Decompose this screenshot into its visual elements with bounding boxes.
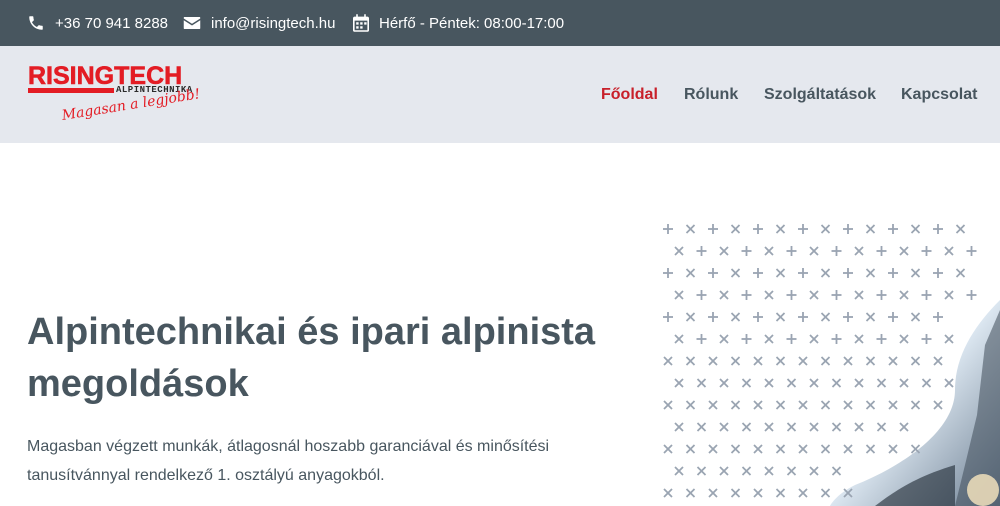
opening-hours: Hérfő - Péntek: 08:00-17:00: [353, 0, 564, 46]
phone-number: +36 70 941 8288: [55, 14, 169, 32]
hero-description: Magasban végzett munkák, átlagosnál hosz…: [27, 438, 550, 484]
decorative-cross-pattern: [655, 215, 1000, 506]
logo-underline: [28, 88, 114, 93]
nav-item-fooldal[interactable]: Főoldal: [601, 46, 658, 143]
nav-item-szolgaltatasok[interactable]: Szolgáltatások: [764, 46, 876, 143]
site-header: RISINGTECH ALPINTECHNIKA Magasan a legjo…: [0, 46, 1000, 143]
envelope-icon: [183, 17, 201, 29]
email-contact[interactable]: info@risingtech.hu: [183, 0, 335, 46]
hero-title: Alpintechnikai és ipari alpinista megold…: [27, 311, 596, 405]
calendar-icon: [353, 14, 369, 32]
nav-item-rolunk[interactable]: Rólunk: [684, 46, 738, 143]
risingtech-logo[interactable]: RISINGTECH ALPINTECHNIKA Magasan a legjo…: [28, 63, 208, 134]
phone-contact[interactable]: +36 70 941 8288: [27, 0, 168, 46]
top-contact-bar: +36 70 941 8288 info@risingtech.hu Hérfő…: [0, 0, 1000, 46]
email-address: info@risingtech.hu: [211, 14, 336, 32]
nav-item-kapcsolat[interactable]: Kapcsolat: [901, 46, 977, 143]
hours-text: Hérfő - Péntek: 08:00-17:00: [379, 14, 565, 32]
phone-icon: [29, 16, 43, 30]
cross-pattern-graphic: [663, 224, 1000, 506]
